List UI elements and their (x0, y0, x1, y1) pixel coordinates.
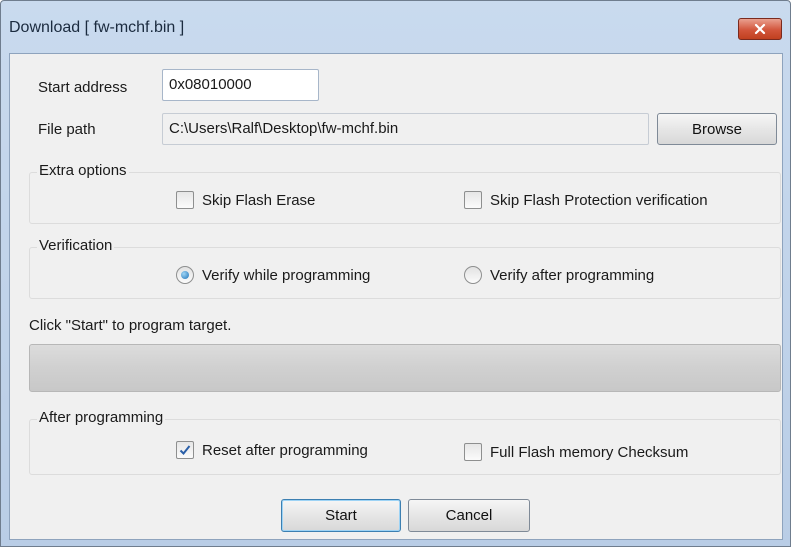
skip-flash-protection-checkbox[interactable]: Skip Flash Protection verification (464, 191, 708, 209)
download-dialog: Download [ fw-mchf.bin ] Start address 0… (0, 0, 791, 547)
close-button[interactable] (738, 18, 782, 40)
browse-button[interactable]: Browse (657, 113, 777, 145)
check-mark-icon (179, 445, 191, 455)
verify-after-programming-label: Verify after programming (490, 266, 655, 284)
full-flash-checksum-label: Full Flash memory Checksum (490, 443, 689, 461)
skip-flash-erase-checkbox[interactable]: Skip Flash Erase (176, 191, 315, 209)
verify-while-programming-radio[interactable]: Verify while programming (176, 266, 370, 284)
cancel-button[interactable]: Cancel (408, 499, 530, 532)
start-address-input[interactable]: 0x08010000 (162, 69, 319, 101)
reset-after-programming-label: Reset after programming (202, 441, 368, 459)
title-bar[interactable]: Download [ fw-mchf.bin ] (1, 1, 790, 53)
file-path-field[interactable]: C:\Users\Ralf\Desktop\fw-mchf.bin (162, 113, 649, 145)
full-flash-checksum-checkbox[interactable]: Full Flash memory Checksum (464, 443, 688, 461)
start-button[interactable]: Start (281, 499, 401, 532)
progress-bar (29, 344, 781, 392)
status-text: Click "Start" to program target. (29, 317, 232, 334)
extra-options-title: Extra options (37, 162, 129, 179)
dialog-body: Start address 0x08010000 File path C:\Us… (9, 53, 783, 540)
checkbox-box (176, 441, 194, 459)
checkbox-box (464, 443, 482, 461)
file-path-label: File path (38, 121, 96, 138)
window-title: Download [ fw-mchf.bin ] (9, 19, 185, 36)
after-programming-title: After programming (37, 409, 166, 426)
radio-selected-dot (181, 271, 189, 279)
radio-button (464, 266, 482, 284)
checkbox-box (176, 191, 194, 209)
start-address-label: Start address (38, 79, 128, 96)
radio-button (176, 266, 194, 284)
skip-flash-protection-label: Skip Flash Protection verification (490, 191, 708, 209)
verification-title: Verification (37, 237, 115, 254)
reset-after-programming-checkbox[interactable]: Reset after programming (176, 441, 368, 459)
verify-while-programming-label: Verify while programming (202, 266, 371, 284)
verification-group (29, 247, 781, 299)
checkbox-box (464, 191, 482, 209)
skip-flash-erase-label: Skip Flash Erase (202, 191, 316, 209)
verify-after-programming-radio[interactable]: Verify after programming (464, 266, 654, 284)
close-icon (754, 23, 766, 35)
